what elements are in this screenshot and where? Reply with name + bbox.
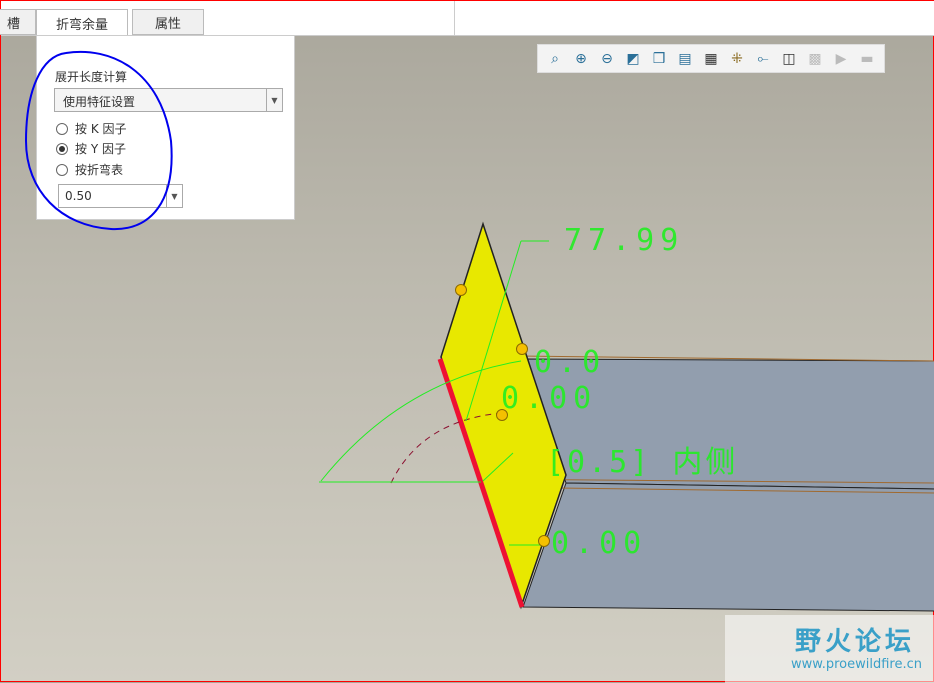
- dimension-offset2[interactable]: 0.00: [501, 381, 597, 416]
- model-viewport[interactable]: [1, 1, 934, 683]
- dimension-bottom[interactable]: 0.00: [551, 526, 647, 561]
- watermark-url: www.proewildfire.cn: [791, 657, 922, 672]
- dimension-offset[interactable]: 0.0: [534, 345, 606, 380]
- dimension-length[interactable]: 77.99: [564, 223, 684, 258]
- watermark-title: 野火论坛: [795, 627, 916, 657]
- blue-annotation-circle: [24, 50, 173, 231]
- watermark: 野火论坛 www.proewildfire.cn: [725, 615, 934, 683]
- drag-handle[interactable]: [455, 284, 467, 296]
- drag-handle[interactable]: [538, 535, 550, 547]
- drag-handle[interactable]: [516, 343, 528, 355]
- dimension-radius[interactable]: [0.5] 内侧: [546, 437, 738, 481]
